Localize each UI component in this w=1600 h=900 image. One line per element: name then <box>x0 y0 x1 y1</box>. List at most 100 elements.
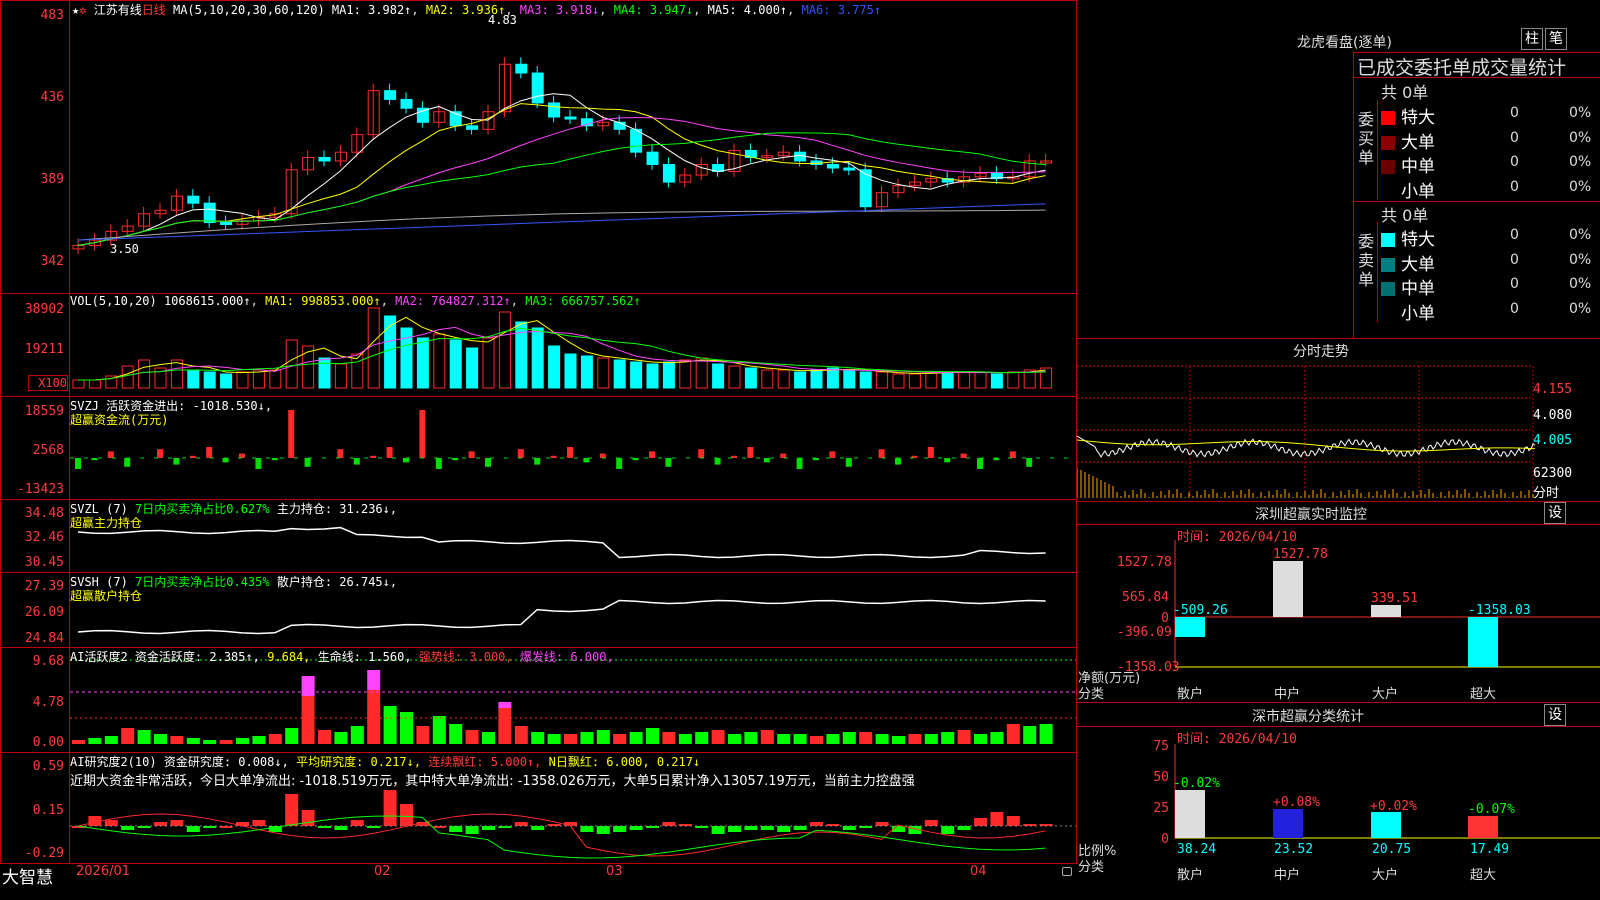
volume-bar <box>744 367 757 389</box>
candle-body <box>531 72 544 104</box>
svzj-bar <box>403 458 409 463</box>
svzj-bar <box>157 449 163 458</box>
volume-bar <box>958 371 971 389</box>
candle-body <box>548 102 561 118</box>
research-bar <box>875 822 889 826</box>
volume-bar <box>712 363 725 389</box>
svzj-bar <box>829 451 836 458</box>
activity-bar <box>334 732 348 744</box>
ai-activity-axis-2: 4.78 <box>32 695 64 710</box>
activity-bar <box>1039 724 1053 744</box>
svzj-bar <box>1026 458 1033 467</box>
sz-settings-button[interactable]: 设 <box>1544 502 1566 524</box>
fenshi-axis-3: 4.005 <box>1533 433 1573 448</box>
ai-activity-label: AI活跃度2 <box>70 650 128 664</box>
stock-name[interactable]: 江苏有线 <box>94 3 142 17</box>
volume-bar <box>728 365 741 389</box>
research-bar <box>547 824 561 826</box>
activity-bar <box>613 734 627 744</box>
volume-bar <box>810 369 823 389</box>
sz-bar-large <box>1371 605 1401 617</box>
sz-title-divider <box>1077 524 1600 525</box>
cls-settings-button[interactable]: 设 <box>1544 704 1566 726</box>
ma-line <box>77 117 1046 246</box>
date-label-1: 2026/01 <box>76 864 131 879</box>
fenshi-axis-2: 4.080 <box>1533 408 1573 423</box>
volume-bar <box>892 373 905 389</box>
volume-ma3: MA3: 666757.562↑ <box>525 294 641 308</box>
activity-bar <box>383 706 397 744</box>
svsh-axis-3: 24.84 <box>24 631 64 646</box>
svzj-bar <box>517 449 524 458</box>
activity-peak-bar <box>498 702 512 708</box>
activity-bar <box>72 740 85 744</box>
ma5-value: MA5: 4.000↑ <box>707 3 788 17</box>
research-avg-line <box>77 813 1046 857</box>
svzj-bar <box>878 449 885 458</box>
svzj-bar <box>567 447 573 458</box>
cls-change-medium: +0.08% <box>1273 795 1320 810</box>
period-label[interactable]: 日线 <box>142 3 166 17</box>
activity-bar <box>777 734 791 744</box>
svzl-subtitle: 超赢主力持仓 <box>70 516 143 530</box>
svzj-bar <box>960 453 967 458</box>
activity-bar <box>728 734 741 744</box>
ai-research-header: AI研究度2(10) 资金研究度: 0.008↓, 平均研究度: 0.217↓,… <box>70 753 700 770</box>
activity-bar <box>121 728 135 744</box>
svzj-bar <box>665 458 672 467</box>
volume-bar <box>548 345 561 389</box>
volume-bar <box>925 371 938 389</box>
candle-body <box>630 128 643 153</box>
sz-xlabel: 分类 <box>1078 687 1105 702</box>
avg-research-value: 平均研究度: 0.217↓, <box>296 755 422 769</box>
volume-bar <box>334 363 347 389</box>
research-bar <box>842 826 856 830</box>
activity-bar <box>547 734 561 744</box>
candle-body <box>203 202 216 224</box>
volume-bar <box>662 361 675 389</box>
activity-bar <box>104 736 118 744</box>
activity-bar <box>432 716 446 744</box>
volume-bar <box>384 315 397 389</box>
fenshi-chart[interactable] <box>1077 0 1600 900</box>
ma-line <box>77 209 1046 241</box>
volume-ma2: MA2: 764827.312↑ <box>395 294 511 308</box>
research-bar <box>514 822 528 826</box>
lock-icon[interactable] <box>1062 867 1072 876</box>
volume-bar <box>318 357 331 389</box>
volume-bar <box>121 365 134 389</box>
activity-bar <box>465 730 479 744</box>
volume-ma1: MA1: 998853.000↑ <box>265 294 381 308</box>
volume-bar <box>974 371 987 389</box>
research-bar <box>662 822 676 826</box>
consecutive-red-value: 连续飘红: 5.000↑, <box>428 755 542 769</box>
fenshi-axis-5: 分时 <box>1533 486 1560 501</box>
research-bar <box>334 826 348 830</box>
fund-activity-value: 资金活跃度: 2.385↑, <box>134 650 260 664</box>
activity-bar <box>203 740 217 744</box>
activity-bar <box>301 696 315 744</box>
activity-bar <box>400 712 413 744</box>
cls-value-medium: 23.52 <box>1274 842 1314 857</box>
volume-bar <box>498 311 511 389</box>
volume-bar <box>170 359 183 389</box>
svzj-bar <box>91 458 98 461</box>
volume-bar <box>187 369 200 389</box>
svzl-axis-3: 30.45 <box>24 555 64 570</box>
research-bar <box>596 826 610 834</box>
svzj-bar <box>255 458 262 469</box>
research-bar <box>613 826 627 832</box>
activity-bar <box>695 732 709 744</box>
ai-research-axis-2: 0.15 <box>32 803 64 818</box>
candle-body <box>220 222 233 226</box>
activity-bar <box>531 732 545 744</box>
volume-bar <box>990 373 1003 389</box>
cls-bar-medium <box>1273 809 1303 838</box>
sz-cat-retail: 散户 <box>1177 687 1204 702</box>
activity-bar <box>154 734 167 744</box>
research-bar <box>449 826 463 832</box>
strong-line-value: 强势线: 3.000, <box>418 650 513 664</box>
app-logo: 大智慧 <box>2 868 53 888</box>
ai-research-axis-3: -0.29 <box>24 846 64 861</box>
volume-bar <box>269 369 282 389</box>
